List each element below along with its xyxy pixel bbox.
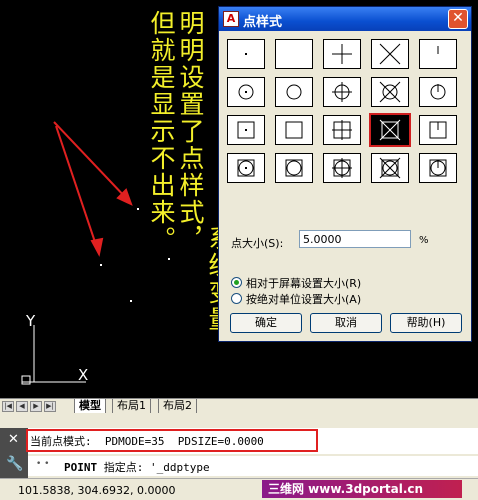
tab-model[interactable]: 模型 bbox=[74, 399, 106, 414]
wrench-icon[interactable]: 🔧 bbox=[6, 456, 23, 472]
autocad-app-icon: A bbox=[223, 11, 239, 27]
point-style-tick-circle[interactable] bbox=[419, 77, 457, 107]
help-button[interactable]: 帮助(H) bbox=[390, 313, 462, 333]
dialog-title: 点样式 bbox=[243, 15, 283, 30]
radio-relative-row[interactable]: 相对于屏幕设置大小(R) bbox=[231, 275, 361, 291]
command-input[interactable]: • • POINT 指定点: '_ddptype bbox=[28, 456, 478, 476]
arrow-2-head bbox=[90, 237, 104, 257]
tab-nav-last-button[interactable]: ▶| bbox=[44, 401, 56, 412]
drawn-point-2 bbox=[100, 264, 102, 266]
coordinate-readout: 101.5838, 304.6932, 0.0000 bbox=[18, 484, 176, 497]
point-style-dot-square[interactable] bbox=[227, 115, 265, 145]
site-watermark: 三维网 www.3dportal.cn bbox=[262, 480, 462, 498]
layout-tab-bar: |◀ ◀ ▶ ▶| 模型 布局1 布局2 bbox=[0, 398, 478, 414]
point-style-none-square[interactable] bbox=[275, 115, 313, 145]
point-size-input[interactable] bbox=[299, 230, 411, 248]
drawn-point-3 bbox=[130, 300, 132, 302]
point-style-cross[interactable] bbox=[371, 39, 409, 69]
ok-button[interactable]: 确定 bbox=[230, 313, 302, 333]
tab-nav-next-button[interactable]: ▶ bbox=[30, 401, 42, 412]
radio-absolute-button[interactable] bbox=[231, 293, 242, 304]
command-window-handle[interactable]: ✕ 🔧 bbox=[0, 428, 28, 478]
point-style-plus-circle-square[interactable] bbox=[323, 153, 361, 183]
point-style-dot-circle[interactable] bbox=[227, 77, 265, 107]
point-style-plus-circle[interactable] bbox=[323, 77, 361, 107]
tab-nav-prev-button[interactable]: ◀ bbox=[16, 401, 28, 412]
point-style-tick-circle-square[interactable] bbox=[419, 153, 457, 183]
tab-layout1[interactable]: 布局1 bbox=[112, 399, 151, 414]
command-keyword: POINT bbox=[64, 461, 98, 474]
point-style-none-circle-square[interactable] bbox=[275, 153, 313, 183]
radio-relative-button[interactable] bbox=[231, 277, 242, 288]
command-prompt-text: 指定点: '_ddptype bbox=[97, 461, 210, 474]
point-style-cross-circle-square[interactable] bbox=[371, 153, 409, 183]
command-highlight-box bbox=[26, 429, 318, 452]
point-style-plus-square[interactable] bbox=[323, 115, 361, 145]
cancel-button[interactable]: 取消 bbox=[310, 313, 382, 333]
radio-relative-label: 相对于屏幕设置大小(R) bbox=[246, 277, 362, 290]
tab-nav-first-button[interactable]: |◀ bbox=[2, 401, 14, 412]
close-icon[interactable]: ✕ bbox=[8, 432, 19, 447]
close-button[interactable]: ✕ bbox=[448, 9, 468, 29]
tab-layout2[interactable]: 布局2 bbox=[158, 399, 197, 414]
radio-absolute-label: 按绝对单位设置大小(A) bbox=[246, 293, 362, 306]
dialog-titlebar[interactable]: A 点样式 ✕ bbox=[219, 7, 471, 31]
point-style-dot-circle-square[interactable] bbox=[227, 153, 265, 183]
point-style-dialog: A 点样式 ✕ 点大小(S): % 相对于屏幕设置大小(R) 按绝对单位设置大小… bbox=[218, 6, 472, 342]
point-style-tick[interactable] bbox=[419, 39, 457, 69]
drawn-point-1 bbox=[137, 208, 139, 210]
point-style-dot[interactable] bbox=[227, 39, 265, 69]
ucs-y-label: Y bbox=[26, 312, 36, 330]
point-style-none-circle[interactable] bbox=[275, 77, 313, 107]
point-style-plus[interactable] bbox=[323, 39, 361, 69]
arrow-1-shaft bbox=[53, 121, 129, 201]
ucs-x-label: X bbox=[78, 366, 89, 384]
point-style-tick-square[interactable] bbox=[419, 115, 457, 145]
command-prompt: POINT 指定点: '_ddptype bbox=[64, 459, 210, 475]
point-size-label: 点大小(S): bbox=[231, 237, 284, 250]
ucs-icon bbox=[21, 325, 86, 385]
radio-absolute-row[interactable]: 按绝对单位设置大小(A) bbox=[231, 291, 361, 307]
point-style-none[interactable] bbox=[275, 39, 313, 69]
command-prompt-dots: • • bbox=[36, 459, 50, 469]
point-style-cross-circle[interactable] bbox=[371, 77, 409, 107]
point-size-unit: % bbox=[419, 235, 429, 246]
point-style-cross-square[interactable] bbox=[369, 113, 411, 147]
drawn-point-4 bbox=[168, 258, 170, 260]
